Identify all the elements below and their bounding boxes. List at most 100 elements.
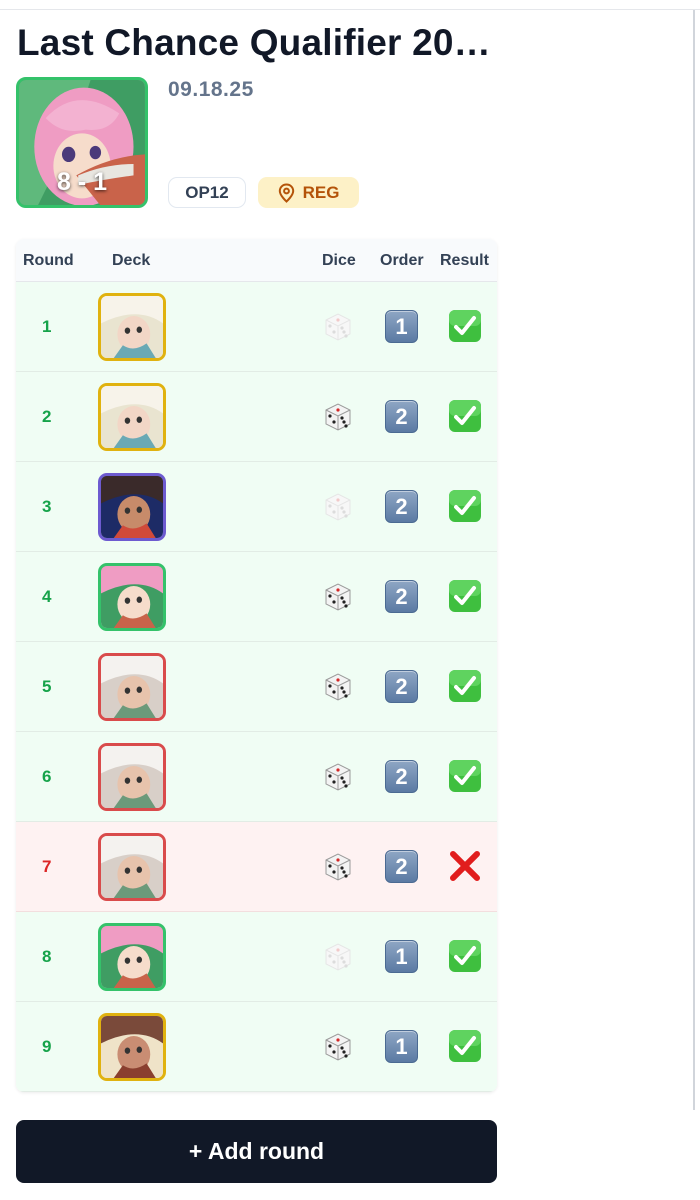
scrollbar[interactable]	[693, 10, 695, 1110]
match-result	[448, 489, 482, 523]
table-row[interactable]: 5 2	[16, 642, 497, 732]
check-mark-icon	[449, 670, 481, 702]
deck-avatar[interactable]	[98, 383, 166, 451]
round-number: 8	[42, 947, 52, 966]
yellow-scarfed-leader-portrait-icon	[101, 1016, 163, 1078]
deck-avatar[interactable]	[98, 743, 166, 811]
match-result	[448, 579, 482, 613]
round-number: 6	[42, 767, 52, 786]
deck-avatar[interactable]	[98, 473, 166, 541]
dice-result	[322, 941, 354, 973]
dice-icon	[325, 583, 351, 611]
event-leader-avatar: 8 - 1	[16, 77, 148, 208]
deck-avatar[interactable]	[98, 1013, 166, 1081]
dice-result	[322, 581, 354, 613]
pink-haired-leader-portrait-icon	[101, 926, 163, 988]
dice-result	[322, 401, 354, 433]
match-result	[448, 309, 482, 343]
top-divider	[0, 9, 700, 10]
turn-order-badge: 1	[385, 310, 418, 343]
table-row[interactable]: 2 2	[16, 372, 497, 462]
white-haired-old-man-leader-portrait-icon	[101, 746, 163, 808]
dice-result	[322, 761, 354, 793]
deck-avatar[interactable]	[98, 293, 166, 361]
dice-result	[322, 671, 354, 703]
round-number: 4	[42, 587, 52, 606]
check-mark-icon	[449, 940, 481, 972]
header-round: Round	[23, 252, 74, 269]
match-result	[448, 669, 482, 703]
header-order: Order	[380, 252, 424, 269]
yellow-white-haired-leader-portrait-icon	[101, 296, 163, 358]
dice-result	[322, 851, 354, 883]
dice-icon	[325, 403, 351, 431]
header-dice: Dice	[322, 252, 356, 269]
table-row[interactable]: 3 2	[16, 462, 497, 552]
match-result	[448, 1029, 482, 1063]
dice-faded-icon	[325, 943, 351, 971]
check-mark-icon	[449, 1030, 481, 1062]
check-mark-icon	[449, 490, 481, 522]
dice-faded-icon	[325, 313, 351, 341]
table-row[interactable]: 7 2	[16, 822, 497, 912]
turn-order-badge: 2	[385, 580, 418, 613]
round-number: 1	[42, 317, 52, 336]
check-mark-icon	[449, 400, 481, 432]
match-result	[448, 399, 482, 433]
header-result: Result	[440, 252, 489, 269]
add-round-button[interactable]: + Add round	[16, 1120, 497, 1183]
round-number: 5	[42, 677, 52, 696]
white-haired-old-man-leader-portrait-icon	[101, 836, 163, 898]
yellow-white-haired-leader-portrait-icon	[101, 386, 163, 448]
check-mark-icon	[449, 580, 481, 612]
match-result	[448, 849, 482, 883]
dice-icon	[325, 1033, 351, 1061]
dice-result	[322, 491, 354, 523]
turn-order-badge: 2	[385, 760, 418, 793]
rounds-table: Round Deck Dice Order Result 1 1 2 2 3 2…	[16, 239, 497, 1092]
dice-icon	[325, 673, 351, 701]
event-type-chip[interactable]: REG	[258, 177, 359, 208]
event-title: Last Chance Qualifier 20…	[17, 22, 491, 63]
dice-result	[322, 311, 354, 343]
deck-avatar[interactable]	[98, 923, 166, 991]
header-deck: Deck	[112, 252, 151, 269]
deck-avatar[interactable]	[98, 563, 166, 631]
turn-order-badge: 2	[385, 490, 418, 523]
dice-faded-icon	[325, 493, 351, 521]
location-pin-icon	[278, 182, 294, 203]
round-number: 7	[42, 857, 52, 876]
pink-haired-leader-portrait-icon	[101, 566, 163, 628]
round-number: 3	[42, 497, 52, 516]
check-mark-icon	[449, 310, 481, 342]
turn-order-badge: 2	[385, 400, 418, 433]
event-date: 09.18.25	[168, 78, 254, 101]
round-number: 2	[42, 407, 52, 426]
turn-order-badge: 2	[385, 670, 418, 703]
table-row[interactable]: 4 2	[16, 552, 497, 642]
dice-result	[322, 1031, 354, 1063]
set-chip[interactable]: OP12	[168, 177, 246, 208]
cross-mark-icon	[450, 851, 480, 881]
event-record: 8 - 1	[56, 168, 108, 196]
table-row[interactable]: 9 1	[16, 1002, 497, 1092]
blue-purple-bearded-leader-portrait-icon	[101, 476, 163, 538]
table-row[interactable]: 8 1	[16, 912, 497, 1002]
match-result	[448, 939, 482, 973]
dice-icon	[325, 853, 351, 881]
turn-order-badge: 1	[385, 1030, 418, 1063]
check-mark-icon	[449, 760, 481, 792]
round-number: 9	[42, 1037, 52, 1056]
turn-order-badge: 2	[385, 850, 418, 883]
match-result	[448, 759, 482, 793]
event-type-label: REG	[302, 182, 340, 202]
turn-order-badge: 1	[385, 940, 418, 973]
table-header: Round Deck Dice Order Result	[16, 239, 497, 282]
table-body: 1 1 2 2 3 2 4 2 5 2 6 2 7 2 8 1 9 1	[16, 282, 497, 1092]
white-haired-old-man-leader-portrait-icon	[101, 656, 163, 718]
table-row[interactable]: 1 1	[16, 282, 497, 372]
deck-avatar[interactable]	[98, 653, 166, 721]
dice-icon	[325, 763, 351, 791]
table-row[interactable]: 6 2	[16, 732, 497, 822]
deck-avatar[interactable]	[98, 833, 166, 901]
